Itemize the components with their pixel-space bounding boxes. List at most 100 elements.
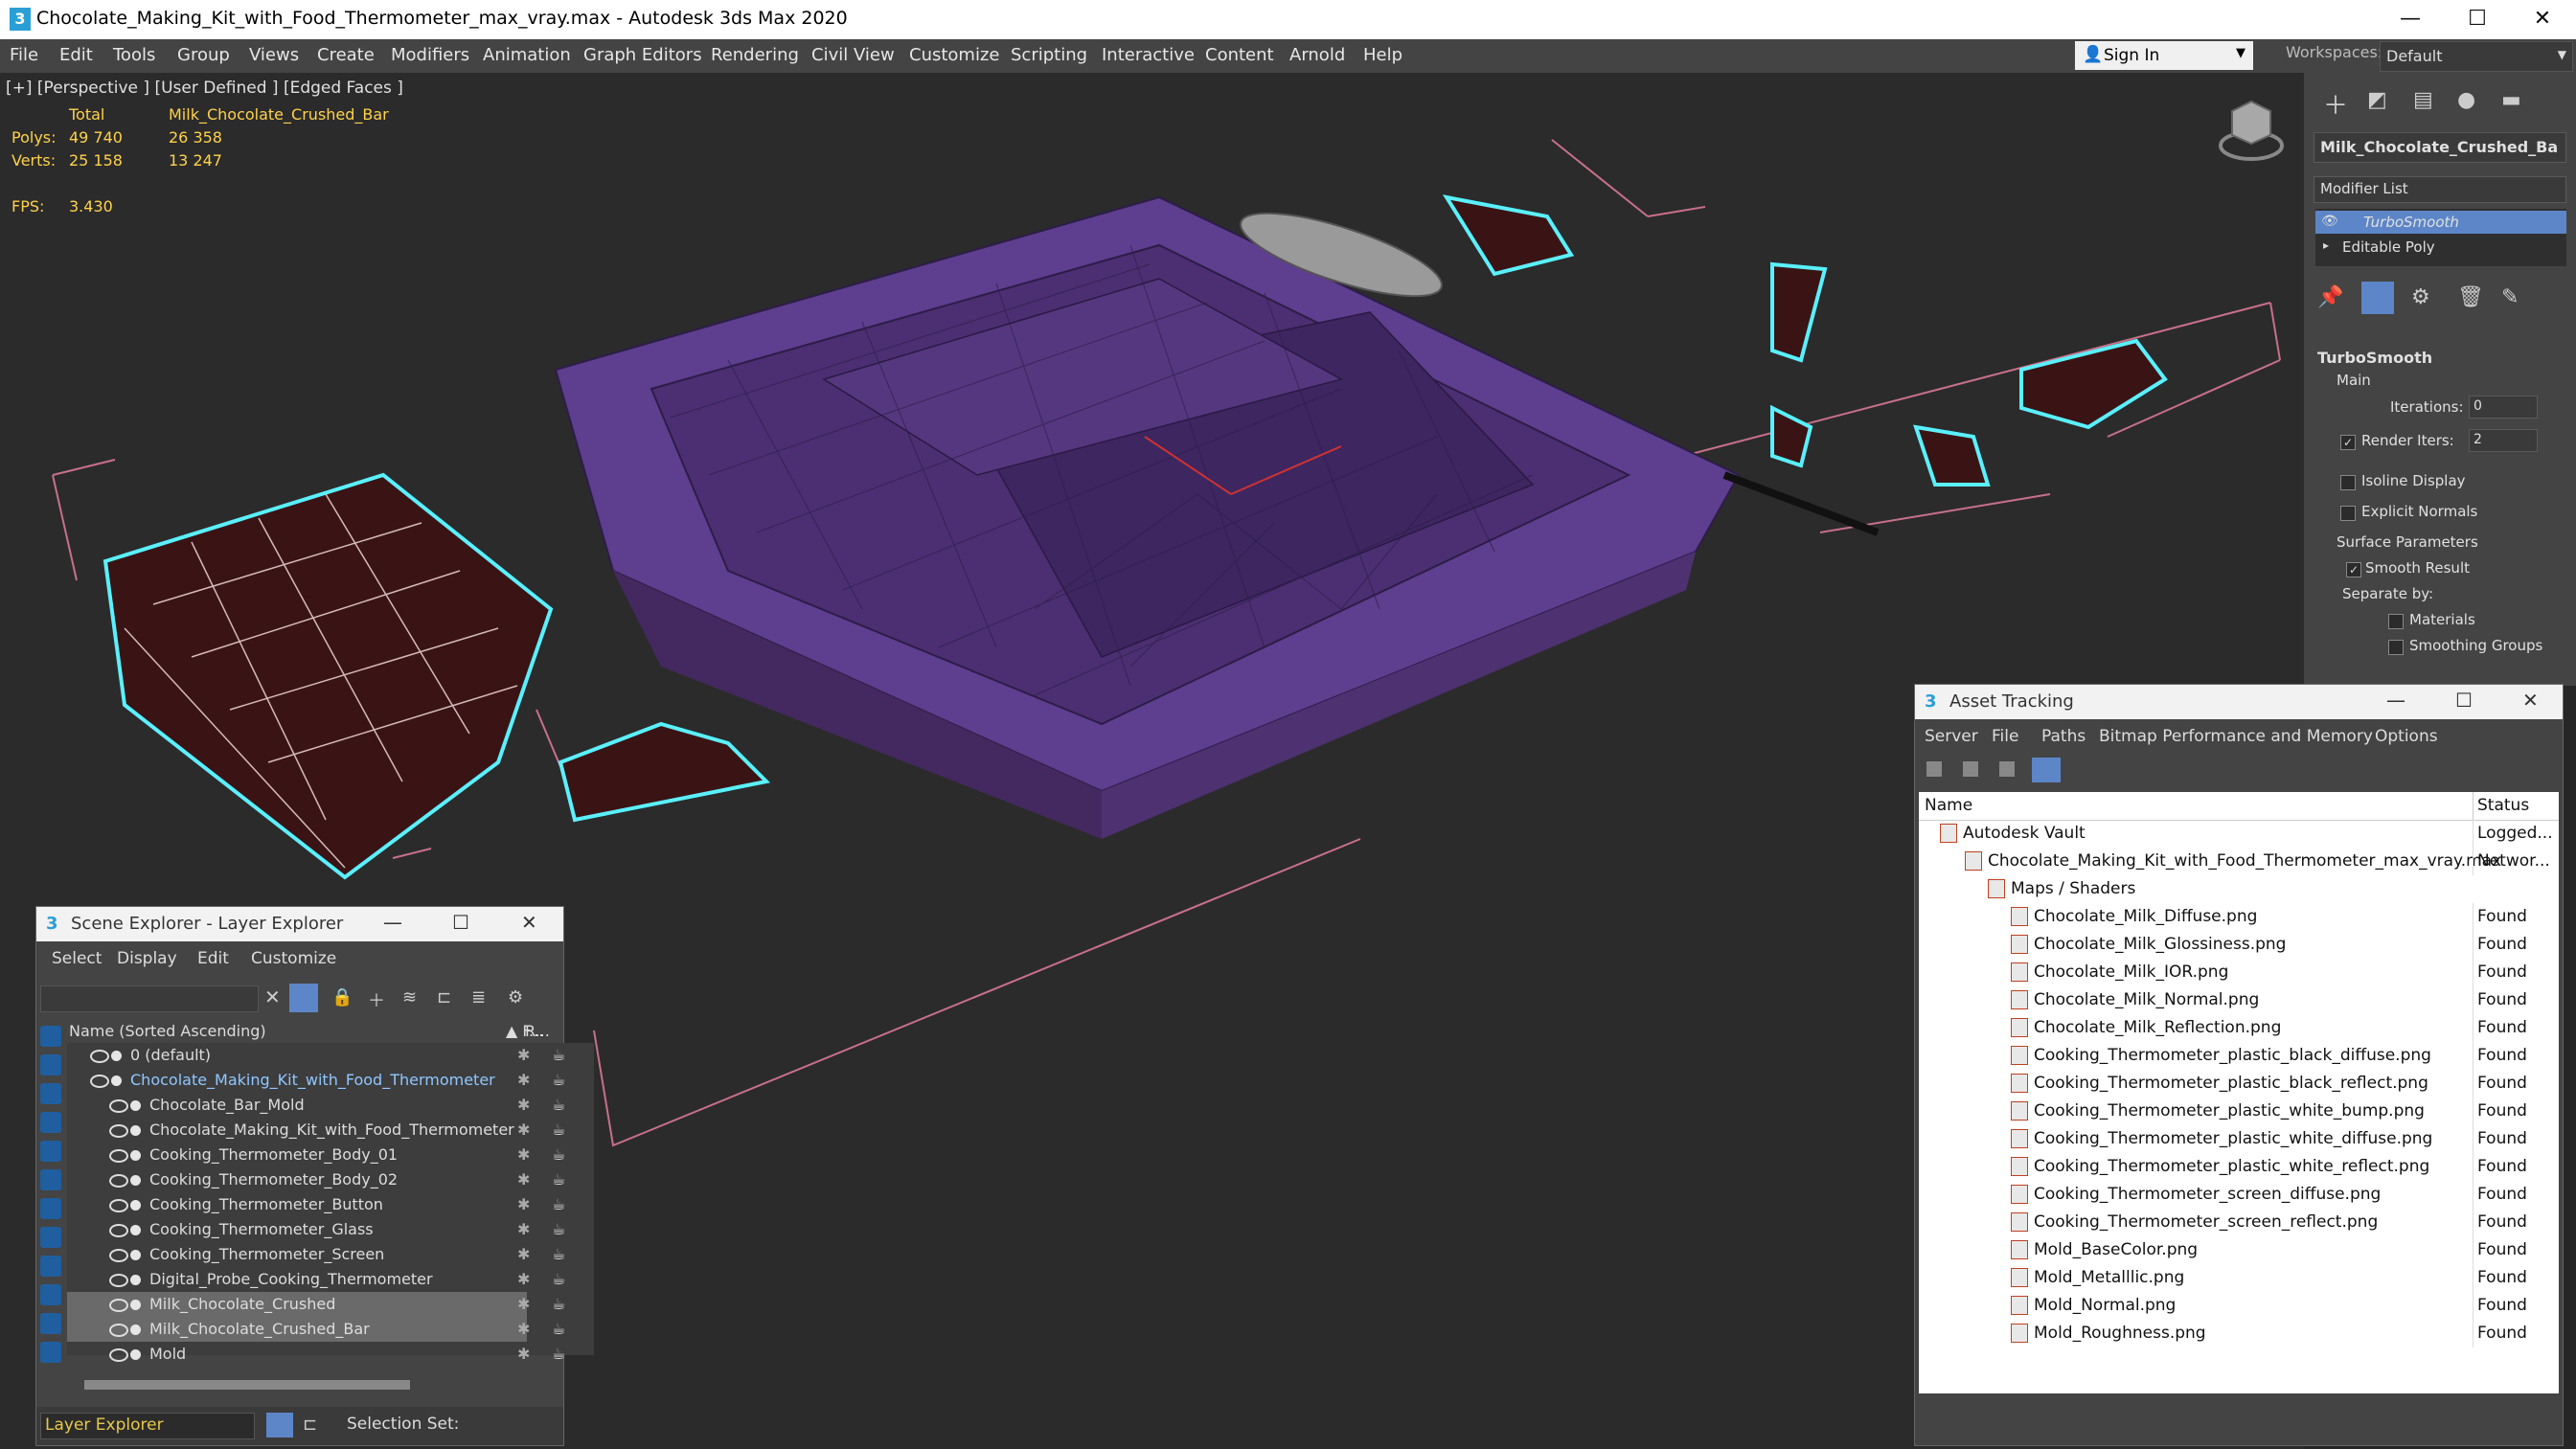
eye-icon[interactable] <box>109 1249 128 1262</box>
iterations-spinner[interactable]: 0 <box>2469 396 2538 419</box>
maximize-button[interactable]: ☐ <box>2449 4 2506 34</box>
asset-row[interactable]: Cooking_Thermometer_plastic_black_diffus… <box>1919 1042 2559 1070</box>
workspaces-select[interactable]: Default ▼ <box>2380 41 2573 72</box>
freeze-icon[interactable]: ✱ <box>517 1317 530 1342</box>
rollout-turbosmooth-title[interactable]: TurboSmooth <box>2317 349 2432 367</box>
freeze-icon[interactable]: ✱ <box>517 1192 530 1217</box>
menu-edit[interactable]: Edit <box>59 45 93 65</box>
menu-options[interactable]: Options <box>2375 727 2438 746</box>
freeze-icon[interactable]: ✱ <box>517 1242 530 1267</box>
render-icon[interactable]: ☕ <box>552 1317 565 1342</box>
render-iters-spinner[interactable]: 2 <box>2469 429 2538 452</box>
eye-icon[interactable] <box>109 1199 128 1212</box>
eye-icon[interactable] <box>109 1149 128 1163</box>
freeze-icon[interactable]: ✱ <box>517 1167 530 1192</box>
display-groups-icon[interactable] <box>40 1227 61 1248</box>
asset-row[interactable]: Cooking_Thermometer_plastic_white_bump.p… <box>1919 1098 2559 1125</box>
stack-item-editable-poly[interactable]: ▸ Editable Poly <box>2315 236 2566 259</box>
asset-row[interactable]: Chocolate_Milk_Reflection.png Found <box>1919 1014 2559 1042</box>
menu-content[interactable]: Content <box>1205 45 1274 65</box>
isoline-display-checkbox[interactable] <box>2340 475 2356 490</box>
hierarchy-toggle-icon[interactable]: ⊏ <box>303 1415 317 1435</box>
menu-display[interactable]: Display <box>117 949 177 968</box>
asset-row[interactable]: Cooking_Thermometer_screen_reflect.png Fo… <box>1919 1209 2559 1236</box>
menu-animation[interactable]: Animation <box>483 45 571 65</box>
menu-scripting[interactable]: Scripting <box>1011 45 1087 65</box>
hierarchy-tab-icon[interactable]: ▤ <box>2413 88 2433 112</box>
menu-modifiers[interactable]: Modifiers <box>391 45 469 65</box>
lock-icon[interactable]: 🔒 <box>331 987 353 1008</box>
asset-row[interactable]: Cooking_Thermometer_plastic_white_diffus… <box>1919 1125 2559 1153</box>
scene-row[interactable]: Chocolate_Making_Kit_with_Food_Thermomet… <box>67 1068 565 1093</box>
stack-item-turbosmooth[interactable]: 👁 TurboSmooth <box>2315 211 2566 234</box>
scene-row[interactable]: 0 (default) ✱ ☕ <box>67 1043 565 1068</box>
render-icon[interactable]: ☕ <box>552 1043 565 1068</box>
menu-select[interactable]: Select <box>52 949 102 968</box>
remove-modifier-icon[interactable]: 🗑 <box>2457 285 2484 309</box>
col-name[interactable]: Name <box>1925 792 1972 820</box>
materials-checkbox[interactable] <box>2388 614 2404 629</box>
eye-icon[interactable] <box>109 1124 128 1138</box>
add-layer-icon[interactable]: ＋ <box>368 987 385 1012</box>
menu-file[interactable]: File <box>1992 727 2018 746</box>
menu-server[interactable]: Server <box>1925 727 1978 746</box>
asset-row[interactable]: Chocolate_Milk_Normal.png Found <box>1919 986 2559 1014</box>
asset-row[interactable]: Cooking_Thermometer_plastic_black_reflec… <box>1919 1070 2559 1098</box>
eye-icon[interactable] <box>109 1348 128 1362</box>
display-geometry-icon[interactable] <box>40 1054 61 1075</box>
scene-row[interactable]: Chocolate_Bar_Mold ✱ ☕ <box>67 1093 565 1118</box>
menu-help[interactable]: Help <box>1363 45 1402 65</box>
freeze-icon[interactable]: ✱ <box>517 1143 530 1167</box>
eye-icon[interactable] <box>109 1324 128 1337</box>
scene-row[interactable]: Cooking_Thermometer_Body_01 ✱ ☕ <box>67 1143 565 1167</box>
search-input[interactable] <box>40 985 259 1012</box>
menu-arnold[interactable]: Arnold <box>1289 45 1345 65</box>
render-icon[interactable]: ☕ <box>552 1242 565 1267</box>
clear-search-icon[interactable]: ✕ <box>264 985 281 1008</box>
smoothing-groups-checkbox[interactable] <box>2388 640 2404 655</box>
display-shapes-icon[interactable] <box>40 1083 61 1104</box>
minimize-button[interactable]: — <box>2382 4 2439 34</box>
configure-modifier-sets-icon[interactable]: ✎ <box>2501 285 2519 309</box>
eye-icon[interactable] <box>90 1075 109 1088</box>
explicit-normals-checkbox[interactable] <box>2340 506 2356 521</box>
menu-customize[interactable]: Customize <box>909 45 999 65</box>
create-tab-icon[interactable]: ＋ <box>2323 86 2348 122</box>
freeze-icon[interactable]: ✱ <box>517 1118 530 1143</box>
display-spacewarps-icon[interactable] <box>40 1198 61 1219</box>
display-containers-icon[interactable] <box>40 1313 61 1334</box>
asset-row[interactable]: Mold_BaseColor.png Found <box>1919 1236 2559 1264</box>
eye-icon[interactable] <box>109 1099 128 1113</box>
maximize-button[interactable]: ☐ <box>452 911 469 934</box>
menu-customize[interactable]: Customize <box>251 949 336 968</box>
render-icon[interactable]: ☕ <box>552 1143 565 1167</box>
eye-icon[interactable] <box>90 1050 109 1063</box>
render-icon[interactable]: ☕ <box>552 1217 565 1242</box>
scene-row[interactable]: Cooking_Thermometer_Body_02 ✱ ☕ <box>67 1167 565 1192</box>
asset-row[interactable]: Chocolate_Milk_IOR.png Found <box>1919 959 2559 986</box>
chevron-right-icon[interactable]: ▸ <box>2323 238 2329 252</box>
col-name[interactable]: Name (Sorted Ascending) <box>69 1022 266 1040</box>
smooth-result-checkbox[interactable]: ✓ <box>2346 562 2361 577</box>
options-icon[interactable]: ⚙ <box>508 987 523 1008</box>
freeze-icon[interactable]: ✱ <box>517 1093 530 1118</box>
freeze-icon[interactable]: ✱ <box>517 1217 530 1242</box>
menu-tools[interactable]: Tools <box>113 45 155 65</box>
asset-row[interactable]: Chocolate_Milk_Diffuse.png Found <box>1919 903 2559 931</box>
horizontal-scrollbar[interactable] <box>84 1380 410 1390</box>
eye-icon[interactable] <box>109 1224 128 1237</box>
motion-tab-icon[interactable]: ● <box>2457 88 2475 112</box>
freeze-icon[interactable]: ✱ <box>517 1043 530 1068</box>
hierarchy-icon[interactable]: ⊏ <box>437 987 451 1008</box>
menu-graph-editors[interactable]: Graph Editors <box>583 45 702 65</box>
layers-toggle-icon[interactable] <box>266 1413 293 1438</box>
toolbar-icon[interactable] <box>1999 761 2015 777</box>
menu-rendering[interactable]: Rendering <box>711 45 799 65</box>
asset-row[interactable]: Autodesk Vault Logged... <box>1919 820 2559 848</box>
render-icon[interactable]: ☕ <box>552 1118 565 1143</box>
eye-icon[interactable] <box>109 1274 128 1287</box>
scene-row[interactable]: Milk_Chocolate_Crushed_Bar ✱ ☕ <box>67 1317 565 1342</box>
display-cameras-icon[interactable] <box>40 1141 61 1162</box>
display-xrefs-icon[interactable] <box>40 1256 61 1277</box>
display-frozen-icon[interactable] <box>40 1342 61 1363</box>
